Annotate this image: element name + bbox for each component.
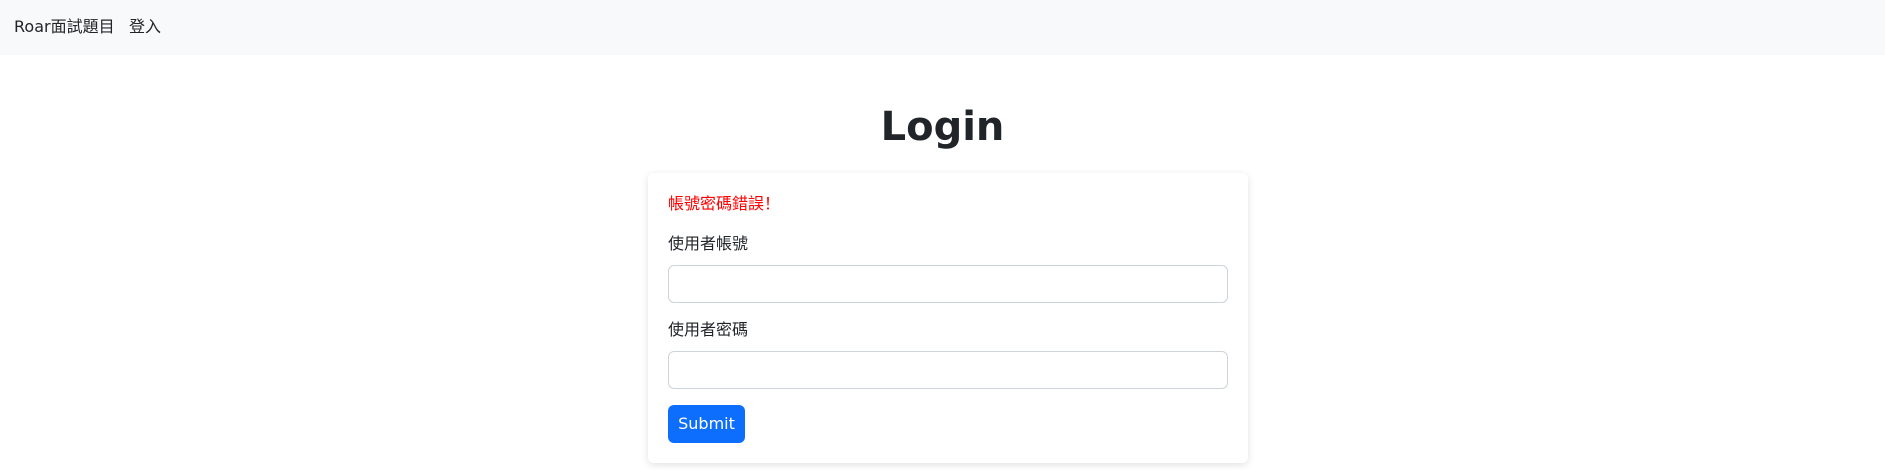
password-label: 使用者密碼 [668, 320, 749, 339]
username-input[interactable] [668, 265, 1228, 303]
login-card: 帳號密碼錯誤！ 使用者帳號 使用者密碼 Submit [648, 173, 1248, 463]
password-input[interactable] [668, 351, 1228, 389]
navbar-brand-link[interactable]: Roar面試題目 [14, 16, 115, 38]
nav-link-login[interactable]: 登入 [129, 16, 161, 38]
page-title: Login [880, 104, 1005, 150]
submit-button[interactable]: Submit [668, 405, 745, 443]
top-navbar: Roar面試題目 登入 [0, 0, 1885, 55]
username-label: 使用者帳號 [668, 234, 749, 253]
error-message: 帳號密碼錯誤！ [668, 194, 781, 213]
